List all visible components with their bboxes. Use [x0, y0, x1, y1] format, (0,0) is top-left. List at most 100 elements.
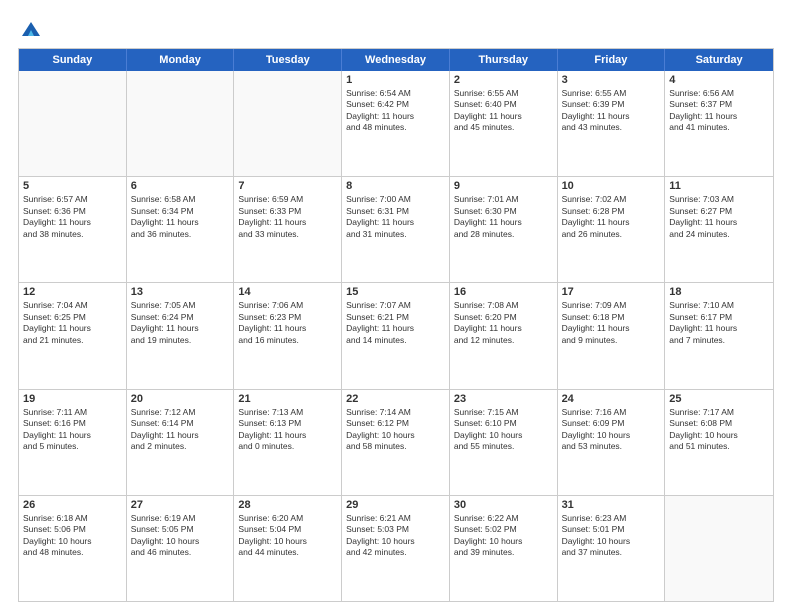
day-number: 15: [346, 286, 445, 298]
calendar-cell-4-1: 19 Sunrise: 7:11 AM Sunset: 6:16 PM Dayli…: [19, 390, 127, 495]
calendar-cell-1-3: [234, 71, 342, 176]
calendar-cell-3-2: 13 Sunrise: 7:05 AM Sunset: 6:24 PM Dayli…: [127, 283, 235, 388]
cell-text: Sunrise: 7:05 AM Sunset: 6:24 PM Dayligh…: [131, 300, 230, 346]
day-number: 2: [454, 74, 553, 86]
day-number: 26: [23, 499, 122, 511]
calendar-cell-4-6: 24 Sunrise: 7:16 AM Sunset: 6:09 PM Dayli…: [558, 390, 666, 495]
day-number: 5: [23, 180, 122, 192]
cell-text: Sunrise: 7:01 AM Sunset: 6:30 PM Dayligh…: [454, 194, 553, 240]
cell-text: Sunrise: 6:19 AM Sunset: 5:05 PM Dayligh…: [131, 513, 230, 559]
header-day-friday: Friday: [558, 49, 666, 71]
day-number: 16: [454, 286, 553, 298]
cell-text: Sunrise: 6:57 AM Sunset: 6:36 PM Dayligh…: [23, 194, 122, 240]
cell-text: Sunrise: 6:56 AM Sunset: 6:37 PM Dayligh…: [669, 88, 769, 134]
cell-text: Sunrise: 6:55 AM Sunset: 6:39 PM Dayligh…: [562, 88, 661, 134]
day-number: 23: [454, 393, 553, 405]
calendar-cell-1-7: 4 Sunrise: 6:56 AM Sunset: 6:37 PM Daylig…: [665, 71, 773, 176]
cell-text: Sunrise: 7:12 AM Sunset: 6:14 PM Dayligh…: [131, 407, 230, 453]
calendar-row-1: 1Sunrise: 6:54 AM Sunset: 6:42 PM Daylig…: [19, 71, 773, 176]
cell-text: Sunrise: 7:11 AM Sunset: 6:16 PM Dayligh…: [23, 407, 122, 453]
header-day-tuesday: Tuesday: [234, 49, 342, 71]
calendar-cell-5-4: 29Sunrise: 6:21 AM Sunset: 5:03 PM Dayli…: [342, 496, 450, 601]
calendar-cell-5-3: 28 Sunrise: 6:20 AM Sunset: 5:04 PM Dayli…: [234, 496, 342, 601]
calendar-header: SundayMondayTuesdayWednesdayThursdayFrid…: [19, 49, 773, 71]
header-day-thursday: Thursday: [450, 49, 558, 71]
calendar-cell-5-6: 31Sunrise: 6:23 AM Sunset: 5:01 PM Dayli…: [558, 496, 666, 601]
day-number: 27: [131, 499, 230, 511]
calendar-cell-1-5: 2 Sunrise: 6:55 AM Sunset: 6:40 PM Daylig…: [450, 71, 558, 176]
calendar-cell-5-2: 27 Sunrise: 6:19 AM Sunset: 5:05 PM Dayli…: [127, 496, 235, 601]
day-number: 20: [131, 393, 230, 405]
page: SundayMondayTuesdayWednesdayThursdayFrid…: [0, 0, 792, 612]
cell-text: Sunrise: 7:02 AM Sunset: 6:28 PM Dayligh…: [562, 194, 661, 240]
day-number: 18: [669, 286, 769, 298]
cell-text: Sunrise: 6:54 AM Sunset: 6:42 PM Dayligh…: [346, 88, 445, 134]
calendar-cell-1-2: [127, 71, 235, 176]
calendar-row-2: 5 Sunrise: 6:57 AM Sunset: 6:36 PM Daylig…: [19, 176, 773, 282]
cell-text: Sunrise: 7:04 AM Sunset: 6:25 PM Dayligh…: [23, 300, 122, 346]
calendar-cell-3-7: 18 Sunrise: 7:10 AM Sunset: 6:17 PM Dayli…: [665, 283, 773, 388]
calendar-cell-3-5: 16 Sunrise: 7:08 AM Sunset: 6:20 PM Dayli…: [450, 283, 558, 388]
header: [18, 18, 774, 40]
cell-text: Sunrise: 7:15 AM Sunset: 6:10 PM Dayligh…: [454, 407, 553, 453]
day-number: 4: [669, 74, 769, 86]
calendar-cell-2-6: 10 Sunrise: 7:02 AM Sunset: 6:28 PM Dayli…: [558, 177, 666, 282]
cell-text: Sunrise: 7:10 AM Sunset: 6:17 PM Dayligh…: [669, 300, 769, 346]
cell-text: Sunrise: 7:03 AM Sunset: 6:27 PM Dayligh…: [669, 194, 769, 240]
calendar-cell-4-4: 22 Sunrise: 7:14 AM Sunset: 6:12 PM Dayli…: [342, 390, 450, 495]
calendar-cell-4-5: 23 Sunrise: 7:15 AM Sunset: 6:10 PM Dayli…: [450, 390, 558, 495]
calendar-cell-2-2: 6 Sunrise: 6:58 AM Sunset: 6:34 PM Daylig…: [127, 177, 235, 282]
day-number: 24: [562, 393, 661, 405]
cell-text: Sunrise: 6:58 AM Sunset: 6:34 PM Dayligh…: [131, 194, 230, 240]
cell-text: Sunrise: 6:55 AM Sunset: 6:40 PM Dayligh…: [454, 88, 553, 134]
day-number: 29: [346, 499, 445, 511]
logo: [18, 18, 42, 40]
calendar-cell-2-1: 5 Sunrise: 6:57 AM Sunset: 6:36 PM Daylig…: [19, 177, 127, 282]
calendar-cell-1-4: 1Sunrise: 6:54 AM Sunset: 6:42 PM Daylig…: [342, 71, 450, 176]
day-number: 8: [346, 180, 445, 192]
cell-text: Sunrise: 6:18 AM Sunset: 5:06 PM Dayligh…: [23, 513, 122, 559]
cell-text: Sunrise: 6:20 AM Sunset: 5:04 PM Dayligh…: [238, 513, 337, 559]
calendar-cell-5-7: [665, 496, 773, 601]
day-number: 7: [238, 180, 337, 192]
day-number: 25: [669, 393, 769, 405]
cell-text: Sunrise: 7:07 AM Sunset: 6:21 PM Dayligh…: [346, 300, 445, 346]
day-number: 31: [562, 499, 661, 511]
day-number: 9: [454, 180, 553, 192]
calendar-row-5: 26 Sunrise: 6:18 AM Sunset: 5:06 PM Dayli…: [19, 495, 773, 601]
cell-text: Sunrise: 6:22 AM Sunset: 5:02 PM Dayligh…: [454, 513, 553, 559]
day-number: 14: [238, 286, 337, 298]
cell-text: Sunrise: 6:59 AM Sunset: 6:33 PM Dayligh…: [238, 194, 337, 240]
day-number: 21: [238, 393, 337, 405]
calendar-row-4: 19 Sunrise: 7:11 AM Sunset: 6:16 PM Dayli…: [19, 389, 773, 495]
calendar-cell-3-4: 15 Sunrise: 7:07 AM Sunset: 6:21 PM Dayli…: [342, 283, 450, 388]
day-number: 10: [562, 180, 661, 192]
cell-text: Sunrise: 7:17 AM Sunset: 6:08 PM Dayligh…: [669, 407, 769, 453]
calendar-cell-3-1: 12 Sunrise: 7:04 AM Sunset: 6:25 PM Dayli…: [19, 283, 127, 388]
calendar-cell-3-3: 14 Sunrise: 7:06 AM Sunset: 6:23 PM Dayli…: [234, 283, 342, 388]
cell-text: Sunrise: 7:00 AM Sunset: 6:31 PM Dayligh…: [346, 194, 445, 240]
day-number: 22: [346, 393, 445, 405]
calendar-cell-3-6: 17 Sunrise: 7:09 AM Sunset: 6:18 PM Dayli…: [558, 283, 666, 388]
header-day-saturday: Saturday: [665, 49, 773, 71]
day-number: 19: [23, 393, 122, 405]
calendar-cell-2-7: 11Sunrise: 7:03 AM Sunset: 6:27 PM Dayli…: [665, 177, 773, 282]
day-number: 28: [238, 499, 337, 511]
calendar-cell-1-1: [19, 71, 127, 176]
day-number: 6: [131, 180, 230, 192]
day-number: 13: [131, 286, 230, 298]
calendar-cell-4-2: 20 Sunrise: 7:12 AM Sunset: 6:14 PM Dayli…: [127, 390, 235, 495]
calendar-cell-2-3: 7 Sunrise: 6:59 AM Sunset: 6:33 PM Daylig…: [234, 177, 342, 282]
cell-text: Sunrise: 7:08 AM Sunset: 6:20 PM Dayligh…: [454, 300, 553, 346]
day-number: 17: [562, 286, 661, 298]
cell-text: Sunrise: 7:14 AM Sunset: 6:12 PM Dayligh…: [346, 407, 445, 453]
cell-text: Sunrise: 7:16 AM Sunset: 6:09 PM Dayligh…: [562, 407, 661, 453]
calendar-cell-4-3: 21Sunrise: 7:13 AM Sunset: 6:13 PM Dayli…: [234, 390, 342, 495]
calendar-cell-5-5: 30 Sunrise: 6:22 AM Sunset: 5:02 PM Dayli…: [450, 496, 558, 601]
cell-text: Sunrise: 7:06 AM Sunset: 6:23 PM Dayligh…: [238, 300, 337, 346]
day-number: 12: [23, 286, 122, 298]
day-number: 30: [454, 499, 553, 511]
header-day-monday: Monday: [127, 49, 235, 71]
cell-text: Sunrise: 7:09 AM Sunset: 6:18 PM Dayligh…: [562, 300, 661, 346]
calendar: SundayMondayTuesdayWednesdayThursdayFrid…: [18, 48, 774, 602]
